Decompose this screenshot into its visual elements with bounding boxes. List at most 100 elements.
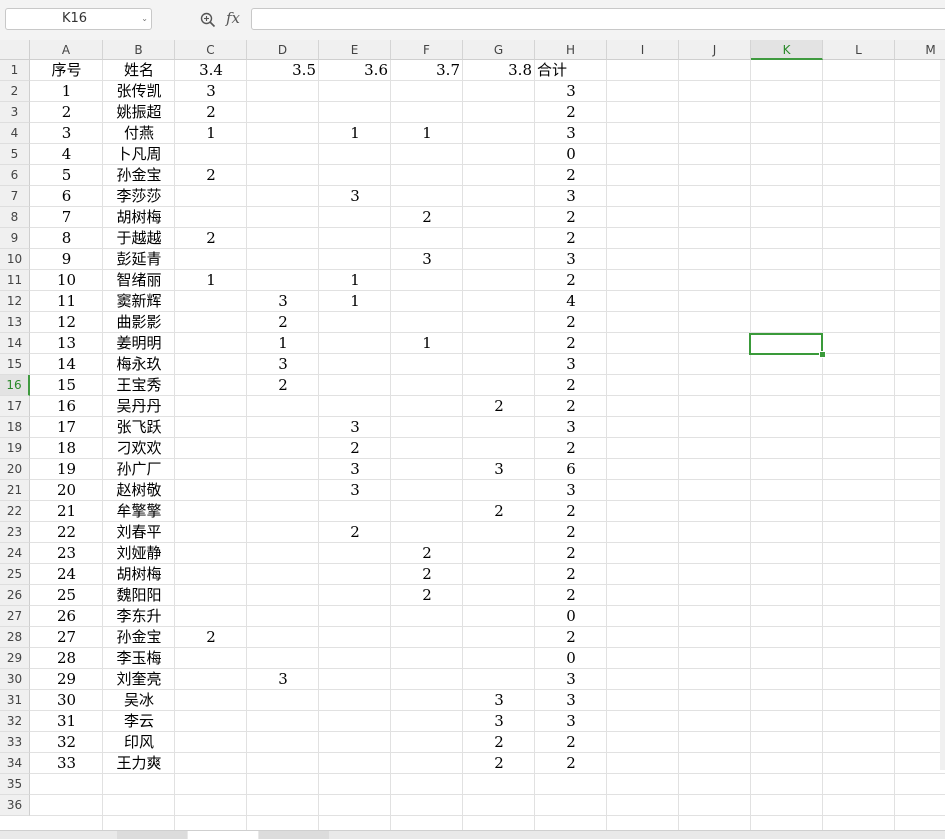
cell-H2[interactable]: 3 (535, 81, 607, 102)
cell-A14[interactable]: 13 (30, 333, 103, 354)
cell-B5[interactable]: 卜凡周 (103, 144, 175, 165)
row-header-23[interactable]: 23 (0, 522, 30, 543)
cell-D30[interactable]: 3 (247, 669, 319, 690)
row-header-19[interactable]: 19 (0, 438, 30, 459)
cell-A20[interactable]: 19 (30, 459, 103, 480)
cell-B4[interactable]: 付燕 (103, 123, 175, 144)
cell-A1[interactable]: 序号 (30, 60, 103, 81)
cell-A13[interactable]: 12 (30, 312, 103, 333)
cell-A25[interactable]: 24 (30, 564, 103, 585)
cell-E18[interactable]: 3 (319, 417, 391, 438)
cell-A12[interactable]: 11 (30, 291, 103, 312)
cell-C2[interactable]: 3 (175, 81, 247, 102)
cell-A11[interactable]: 10 (30, 270, 103, 291)
cell-B3[interactable]: 姚振超 (103, 102, 175, 123)
cell-H6[interactable]: 2 (535, 165, 607, 186)
cell-A30[interactable]: 29 (30, 669, 103, 690)
column-header-G[interactable]: G (463, 40, 535, 60)
cell-G1[interactable]: 3.8 (463, 60, 535, 81)
column-header-M[interactable]: M (895, 40, 945, 60)
cell-B12[interactable]: 窦新辉 (103, 291, 175, 312)
cell-A15[interactable]: 14 (30, 354, 103, 375)
cell-G34[interactable]: 2 (463, 753, 535, 774)
cell-G22[interactable]: 2 (463, 501, 535, 522)
row-header-21[interactable]: 21 (0, 480, 30, 501)
cell-B9[interactable]: 于越越 (103, 228, 175, 249)
cell-H23[interactable]: 2 (535, 522, 607, 543)
column-header-F[interactable]: F (391, 40, 463, 60)
vertical-scrollbar[interactable] (940, 60, 945, 770)
cell-H9[interactable]: 2 (535, 228, 607, 249)
row-header-15[interactable]: 15 (0, 354, 30, 375)
cell-H10[interactable]: 3 (535, 249, 607, 270)
cell-A4[interactable]: 3 (30, 123, 103, 144)
row-header-26[interactable]: 26 (0, 585, 30, 606)
dropdown-arrow-icon[interactable]: ⌄ (141, 9, 148, 29)
cell-A19[interactable]: 18 (30, 438, 103, 459)
cell-H8[interactable]: 2 (535, 207, 607, 228)
cell-H20[interactable]: 6 (535, 459, 607, 480)
select-all-corner[interactable] (0, 40, 30, 60)
cell-H28[interactable]: 2 (535, 627, 607, 648)
cell-H17[interactable]: 2 (535, 396, 607, 417)
cell-H15[interactable]: 3 (535, 354, 607, 375)
row-header-17[interactable]: 17 (0, 396, 30, 417)
cell-H24[interactable]: 2 (535, 543, 607, 564)
cell-A8[interactable]: 7 (30, 207, 103, 228)
cell-H5[interactable]: 0 (535, 144, 607, 165)
cell-B19[interactable]: 刁欢欢 (103, 438, 175, 459)
row-header-33[interactable]: 33 (0, 732, 30, 753)
cell-A7[interactable]: 6 (30, 186, 103, 207)
cell-H4[interactable]: 3 (535, 123, 607, 144)
cell-B18[interactable]: 张飞跃 (103, 417, 175, 438)
cell-H32[interactable]: 3 (535, 711, 607, 732)
cell-A2[interactable]: 1 (30, 81, 103, 102)
column-header-E[interactable]: E (319, 40, 391, 60)
cell-B27[interactable]: 李东升 (103, 606, 175, 627)
row-header-13[interactable]: 13 (0, 312, 30, 333)
row-header-10[interactable]: 10 (0, 249, 30, 270)
cell-B28[interactable]: 孙金宝 (103, 627, 175, 648)
column-header-A[interactable]: A (30, 40, 103, 60)
cell-E12[interactable]: 1 (319, 291, 391, 312)
cell-F26[interactable]: 2 (391, 585, 463, 606)
formula-input[interactable] (251, 8, 945, 30)
cell-A6[interactable]: 5 (30, 165, 103, 186)
cell-C28[interactable]: 2 (175, 627, 247, 648)
row-header-3[interactable]: 3 (0, 102, 30, 123)
cell-B16[interactable]: 王宝秀 (103, 375, 175, 396)
cell-H34[interactable]: 2 (535, 753, 607, 774)
cell-D14[interactable]: 1 (247, 333, 319, 354)
cell-A17[interactable]: 16 (30, 396, 103, 417)
column-header-I[interactable]: I (607, 40, 679, 60)
cell-B8[interactable]: 胡树梅 (103, 207, 175, 228)
cell-H33[interactable]: 2 (535, 732, 607, 753)
cell-A9[interactable]: 8 (30, 228, 103, 249)
column-header-C[interactable]: C (175, 40, 247, 60)
column-header-H[interactable]: H (535, 40, 607, 60)
cell-F14[interactable]: 1 (391, 333, 463, 354)
cell-B7[interactable]: 李莎莎 (103, 186, 175, 207)
cell-H14[interactable]: 2 (535, 333, 607, 354)
cell-D12[interactable]: 3 (247, 291, 319, 312)
cell-E11[interactable]: 1 (319, 270, 391, 291)
cell-F24[interactable]: 2 (391, 543, 463, 564)
cell-F1[interactable]: 3.7 (391, 60, 463, 81)
zoom-icon[interactable] (199, 11, 217, 29)
cell-A23[interactable]: 22 (30, 522, 103, 543)
row-header-22[interactable]: 22 (0, 501, 30, 522)
cell-C1[interactable]: 3.4 (175, 60, 247, 81)
row-header-2[interactable]: 2 (0, 81, 30, 102)
cell-H3[interactable]: 2 (535, 102, 607, 123)
cell-B17[interactable]: 吴丹丹 (103, 396, 175, 417)
cell-B15[interactable]: 梅永玖 (103, 354, 175, 375)
cell-E7[interactable]: 3 (319, 186, 391, 207)
row-header-5[interactable]: 5 (0, 144, 30, 165)
cell-B2[interactable]: 张传凯 (103, 81, 175, 102)
cell-E19[interactable]: 2 (319, 438, 391, 459)
row-header-4[interactable]: 4 (0, 123, 30, 144)
row-header-27[interactable]: 27 (0, 606, 30, 627)
cell-H25[interactable]: 2 (535, 564, 607, 585)
column-header-K[interactable]: K (751, 40, 823, 60)
cell-A29[interactable]: 28 (30, 648, 103, 669)
